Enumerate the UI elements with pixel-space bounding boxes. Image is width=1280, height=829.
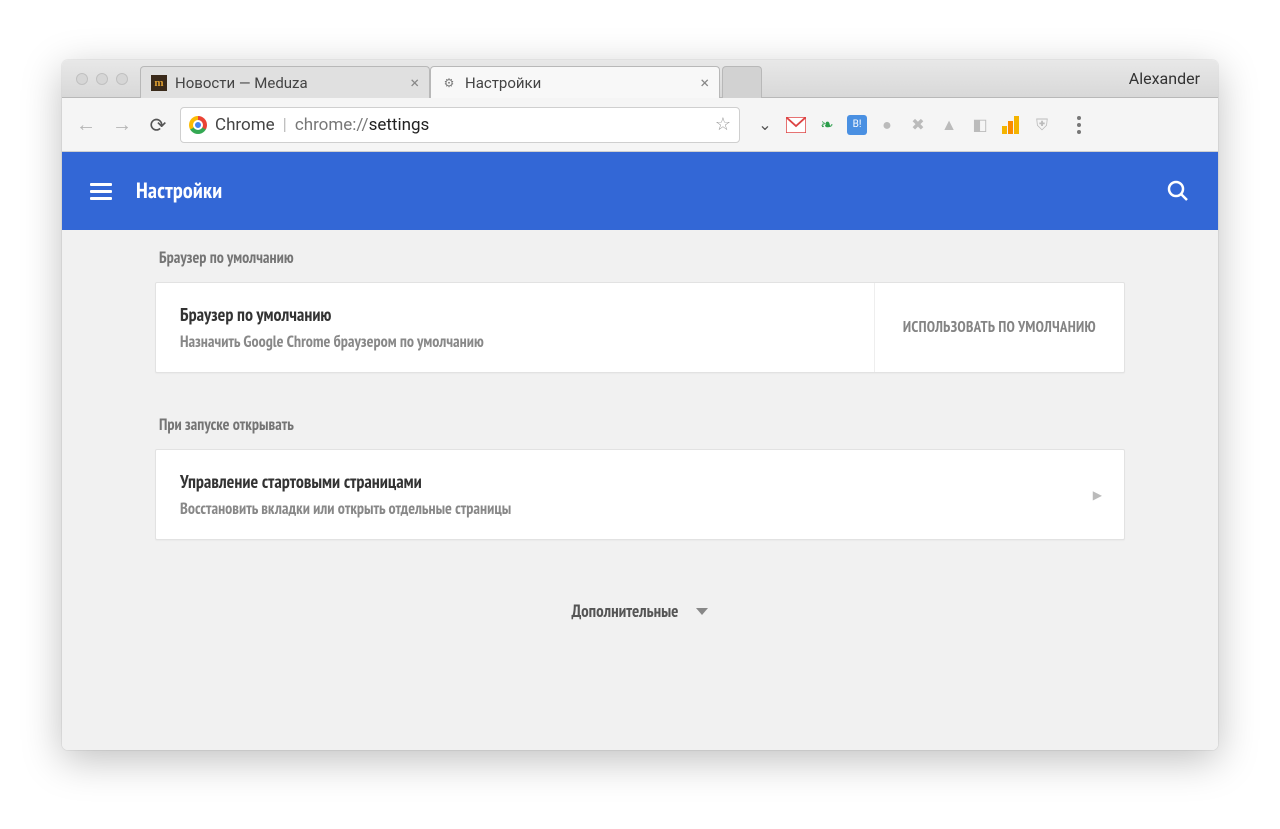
tab-settings[interactable]: ⚙ Настройки × bbox=[430, 66, 720, 98]
forward-button[interactable]: → bbox=[108, 111, 136, 139]
advanced-toggle[interactable]: Дополнительные bbox=[62, 600, 1218, 622]
startup-pages-card[interactable]: Управление стартовыми страницами Восстан… bbox=[155, 449, 1125, 540]
omnibox-url: chrome://settings bbox=[295, 115, 430, 135]
chevron-down-icon bbox=[696, 608, 708, 615]
extension-icon[interactable]: ▲ bbox=[938, 114, 960, 136]
chrome-icon bbox=[189, 116, 207, 134]
shield-icon[interactable]: ⛨ bbox=[1031, 114, 1053, 136]
gear-icon: ⚙ bbox=[441, 75, 457, 91]
search-icon[interactable] bbox=[1166, 179, 1190, 203]
menu-icon[interactable] bbox=[90, 183, 112, 200]
settings-header: Настройки bbox=[62, 152, 1218, 230]
tab-title: Новости — Meduza bbox=[175, 74, 308, 92]
section-default-browser: Браузер по умолчанию Браузер по умолчани… bbox=[155, 248, 1125, 373]
toolbar: ← → ⟳ Chrome | chrome://settings ☆ ⌄ ❧ B… bbox=[62, 98, 1218, 152]
extension-icon[interactable]: ◧ bbox=[969, 114, 991, 136]
new-tab-button[interactable] bbox=[722, 66, 762, 98]
tab-meduza[interactable]: m Новости — Meduza × bbox=[140, 66, 430, 98]
card-subtitle: Назначить Google Chrome браузером по умо… bbox=[180, 332, 850, 352]
meduza-favicon: m bbox=[151, 75, 167, 91]
maximize-window-button[interactable] bbox=[116, 73, 128, 85]
page-title: Настройки bbox=[136, 177, 222, 205]
advanced-label: Дополнительные bbox=[572, 600, 679, 622]
omnibox-origin: Chrome bbox=[215, 115, 275, 135]
section-title: При запуске открывать bbox=[155, 415, 1125, 449]
tab-title: Настройки bbox=[465, 74, 541, 92]
menu-button[interactable] bbox=[1067, 116, 1091, 134]
section-on-startup: При запуске открывать Управление стартов… bbox=[155, 415, 1125, 540]
section-title: Браузер по умолчанию bbox=[155, 248, 1125, 282]
card-title: Браузер по умолчанию bbox=[180, 303, 850, 326]
analytics-icon[interactable] bbox=[1000, 114, 1022, 136]
omnibox[interactable]: Chrome | chrome://settings ☆ bbox=[180, 107, 740, 143]
extension-icon[interactable]: B! bbox=[847, 115, 867, 135]
extension-icon[interactable]: ● bbox=[876, 114, 898, 136]
gmail-icon[interactable] bbox=[785, 114, 807, 136]
minimize-window-button[interactable] bbox=[96, 73, 108, 85]
profile-label[interactable]: Alexander bbox=[1111, 60, 1218, 97]
back-button[interactable]: ← bbox=[72, 111, 100, 139]
close-window-button[interactable] bbox=[76, 73, 88, 85]
reload-button[interactable]: ⟳ bbox=[144, 111, 172, 139]
window-controls bbox=[62, 60, 140, 97]
card-subtitle: Восстановить вкладки или открыть отдельн… bbox=[180, 499, 1069, 519]
browser-window: m Новости — Meduza × ⚙ Настройки × Alexa… bbox=[62, 60, 1218, 750]
bookmark-star-icon[interactable]: ☆ bbox=[715, 114, 731, 135]
set-default-button[interactable]: ИСПОЛЬЗОВАТЬ ПО УМОЛЧАНИЮ bbox=[874, 283, 1124, 372]
pocket-icon[interactable]: ⌄ bbox=[754, 114, 776, 136]
close-tab-icon[interactable]: × bbox=[700, 75, 709, 91]
extension-icon[interactable]: ✖ bbox=[907, 114, 929, 136]
close-tab-icon[interactable]: × bbox=[410, 75, 419, 91]
evernote-icon[interactable]: ❧ bbox=[816, 114, 838, 136]
card-title: Управление стартовыми страницами bbox=[180, 470, 1069, 493]
extension-icons: ⌄ ❧ B! ● ✖ ▲ ◧ ⛨ bbox=[754, 114, 1053, 136]
chevron-right-icon: ▶ bbox=[1093, 450, 1124, 539]
titlebar: m Новости — Meduza × ⚙ Настройки × Alexa… bbox=[62, 60, 1218, 98]
settings-content: Браузер по умолчанию Браузер по умолчани… bbox=[62, 230, 1218, 750]
default-browser-card: Браузер по умолчанию Назначить Google Ch… bbox=[155, 282, 1125, 373]
